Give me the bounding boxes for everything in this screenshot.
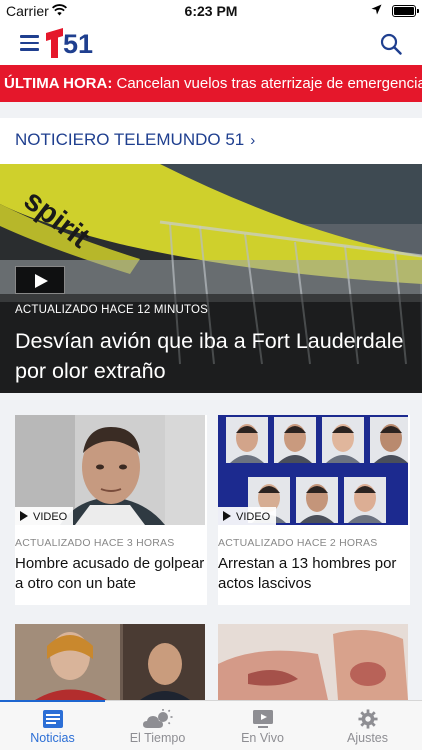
story-thumbnail <box>15 624 205 700</box>
svg-text:51: 51 <box>63 29 93 58</box>
weather-icon <box>142 709 172 728</box>
play-button[interactable] <box>15 266 65 294</box>
battery-icon <box>392 5 419 17</box>
status-bar: Carrier 6:23 PM <box>0 0 422 22</box>
search-icon[interactable] <box>380 33 402 55</box>
play-icon <box>20 511 28 521</box>
gear-icon <box>357 709 378 729</box>
breaking-news-banner[interactable]: ÚLTIMA HORA: Cancelan vuelos tras aterri… <box>0 65 422 102</box>
tab-en-vivo[interactable]: En Vivo <box>210 701 315 750</box>
tab-bar: Noticias El Tiempo En Vivo Ajustes <box>0 700 422 750</box>
tab-label: En Vivo <box>241 731 284 745</box>
tab-label: Noticias <box>30 731 75 745</box>
chevron-right-icon: › <box>250 132 256 149</box>
breaking-text: Cancelan vuelos tras aterrizaje de emerg… <box>116 75 422 92</box>
news-icon <box>42 710 63 728</box>
hero-meta: ACTUALIZADO HACE 12 MINUTOS <box>15 304 209 316</box>
tab-ajustes[interactable]: Ajustes <box>315 701 420 750</box>
live-tv-icon <box>252 710 273 728</box>
breaking-label: ÚLTIMA HORA: <box>4 75 113 92</box>
tab-noticias[interactable]: Noticias <box>0 701 105 750</box>
story-card[interactable] <box>218 624 408 700</box>
telemundo-logo[interactable]: 51 <box>46 28 102 58</box>
story-meta: ACTUALIZADO HACE 3 HORAS <box>15 537 175 549</box>
story-card[interactable] <box>15 624 205 700</box>
video-badge: VIDEO <box>218 507 277 527</box>
story-meta: ACTUALIZADO HACE 2 HORAS <box>218 537 378 549</box>
app-header: 51 <box>0 22 422 65</box>
tab-label: El Tiempo <box>129 731 186 745</box>
video-badge-label: VIDEO <box>33 511 68 523</box>
story-thumbnail <box>218 624 408 700</box>
story-card[interactable]: VIDEO ACTUALIZADO HACE 3 HORAS Hombre ac… <box>15 415 207 605</box>
story-title[interactable]: Hombre acusado de golpear a otro con un … <box>15 554 207 594</box>
section-header[interactable]: NOTICIERO TELEMUNDO 51 › <box>0 118 422 164</box>
section-title: NOTICIERO TELEMUNDO 51 <box>15 130 245 149</box>
story-card[interactable]: VIDEO ACTUALIZADO HACE 2 HORAS Arrestan … <box>218 415 410 605</box>
tab-label: Ajustes <box>347 731 388 745</box>
hero-title[interactable]: Desvían avión que iba a Fort Lauderdale … <box>15 326 410 386</box>
hamburger-icon[interactable] <box>20 35 39 51</box>
story-title[interactable]: Arrestan a 13 hombres por actos lascivos <box>218 554 410 594</box>
video-badge-label: VIDEO <box>236 511 271 523</box>
play-icon <box>223 511 231 521</box>
hero-story[interactable]: spirit ACTUALIZADO HACE 12 MINUTOS Desví… <box>0 164 422 393</box>
location-arrow-icon <box>371 4 382 15</box>
video-badge: VIDEO <box>15 507 74 527</box>
clock: 6:23 PM <box>184 3 238 19</box>
tab-el-tiempo[interactable]: El Tiempo <box>105 701 210 750</box>
